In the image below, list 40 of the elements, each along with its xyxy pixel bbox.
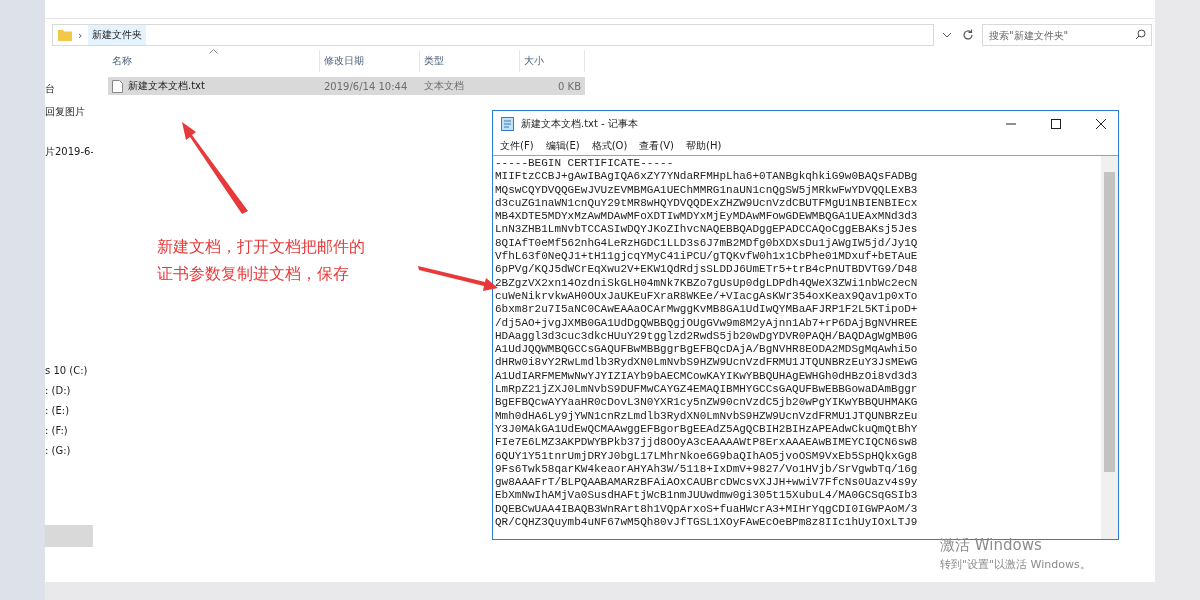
breadcrumb-separator: › [78, 28, 83, 42]
nav-item[interactable]: : (G:) [45, 443, 93, 459]
annotation-text: 新建文档，打开文档把邮件的 证书参数复制进文档，保存 [157, 236, 365, 285]
column-header[interactable]: 类型 [420, 50, 520, 72]
address-bar[interactable]: › 新建文件夹 [52, 24, 934, 46]
refresh-icon[interactable] [962, 29, 974, 41]
nav-item[interactable]: s 10 (C:) [45, 363, 93, 379]
close-icon[interactable] [1096, 119, 1106, 129]
nav-item[interactable]: 台 [45, 81, 93, 97]
file-date: 2019/6/14 10:44 [323, 79, 409, 94]
column-header[interactable]: 大小 [520, 50, 585, 72]
nav-item[interactable]: : (F:) [45, 423, 93, 439]
nav-item[interactable]: 片2019-6- [45, 144, 93, 160]
maximize-icon[interactable] [1051, 119, 1061, 129]
file-row[interactable]: 新建文本文档.txt 2019/6/14 10:44 文本文档 0 KB [108, 77, 585, 95]
file-size: 0 KB [557, 79, 582, 94]
breadcrumb-item[interactable]: 新建文件夹 [88, 25, 147, 45]
scrollbar[interactable] [1101, 156, 1118, 539]
window-title: 新建文本文档.txt - 记事本 [521, 117, 638, 131]
notepad-icon [501, 117, 514, 131]
menu-item[interactable]: 文件(F) [500, 139, 534, 153]
nav-item[interactable]: : (E:) [45, 403, 93, 419]
menu-item[interactable]: 帮助(H) [686, 139, 722, 153]
document-icon [112, 79, 123, 93]
text-area[interactable]: -----BEGIN CERTIFICATE----- MIIFtzCCBJ+gAwIBAgIQA6xZY7YNdaRFMHpLha6+0TANBgkqhkiG9w0BAQsFADBg MQswCQYDVQQGEwJVUzEVMBMGA1UEChMMRG1naUN1cnQgSW5jMRkwFwYDVQQLExB3 d3cuZG1naWN1cnQuY29tMR8wHQYDVQQDExZHZW9UcnVzdCBUTFMgU1NBIENBIEcx MB4XDTE5MDYxMzAwMDAwMFoXDTIwMDYxMjEyMDAwMFowGDEWMBQGA1UEAxMNd3d3 LnN3ZHB1LmNvbTCCASIwDQYJKoZIhvcNAQEBBQADggEPADCCAQoCggEBAKsj5Jes 8QIAfT0eMf562nhG4LeRzHGDC1LLD3s6J7mB2MDfg0bXDXsDu1jAWgIW5jd/Jy1Q VfhL63f0NeQJ1+tH11gjcqYMyC41iPCU/gTQKvfW0h1x1CbPhe01MDxuf+bETAuE 6pPVg/KQJ5dWCrEqXwu2V+EKW1QdRdjsSLDDJ6UmETr5+trB4cPnUTBDVTG9/D48 2BZgzVX2xn14OzdniSkGLH04mNk7KBZo7gUsUp0dgLDPdh4QWeX3ZWi1nbWc2ecN cuWeNikrvkwAH0OUxJaUKEuFXraR8WKEe/+VIacgAsKWr354oxKeax9Qav1p0xTo 6bxm8r2u7I5aNC0CAwEAAaOCArMwggKvMB8GA1UdIwQYMBaAFJRP1F2L5KTipoD+ /dj5AO+jvgJXMB0GA1UdDgQWBBQgjOUgGVw9m8M2yAjnn1Ab7+rP6DAjBgNVHREE HDAaggl3d3cuc3dkcHUuY29tgglzd2RwdS5jb20wDgYDVR0PAQH/BAQDAgWgMB0G A1UdJQQWMBQGCCsGAQUFBwMBBggrBgEFBQcDAjA/BgNVHR8EODA2MDSgMqAwhi5o dHRw0i8vY2RwLmdlb3RydXN0LmNvbS9HZW9UcnVzdFRMU1JTQUNBRzEuY3JsMEwG A1UdIARFMEMwNwYJYIZIAYb9bAECMCowKAYIKwYBBQUHAgEWHGh0dHBzOi8vd3d3 LmRpZ21jZXJ0LmNvbS9DUFMwCAYGZ4EMAQIBMHYGCCsGAQUFBwEBBGowaDAmBggr BgEFBQcwAYYaaHR0cDovL3N0YXR1cy5nZW90cnVzdC5jb20wPgYIKwYBBQUHMAKG Mmh0dHA6Ly9jYWN1cnRzLmdlb3RydXN0LmNvbS9HZW9UcnVzdFRMU1JTQUNBRzEu Y3J0MAkGA1UdEwQCMAAwggEFBgorBgEEAdZ5AgQCBIH2BIHzAPEAdwCkuQmQtBhY FIe7E6LMZ3AKPDWYBPkb37jjd8OOyA3cEAAAAWtP8ErxAAAEAwBIMEYCIQCN6sw8 6QUY1Y51tnrUmjDRYJ0bgL17LMhrNkoe6G9baQIhAO5jvoOSM9VxEb5SpHQkxGg8 9Fs6Twk58qarKW4keaorAHYAh3W/5118+IxDmV+9827/Vo1HVjb/SrVgwbTq/16g gw8AAAFrT/BLPQAABAMARzBFAiAOxCAUBrcDWcsvXJJH+wwiV7FfcNs0Uazv4s9y EbXmNwIhAMjVa0SusdHAFtjWcB1nmJUUwdmw0gi305t15XubuL4/MA0GCSqGSIb3 DQEBCwUAA4IBAQB3WnRArt8h1VQpArxoS+fuaHWcrA3+MIHrYqgCDI0IGWPAoM/3 QR/CQHZ3Quymb4uNF67wM5Qh80vJfTGSL1XOyFAwEcOeBPm8z8IIc1hUyIOxLTJ9 [493, 156, 1101, 539]
search-field[interactable]: 搜索"新建文件夹" [982, 24, 1152, 46]
menu-item[interactable]: 格式(O) [591, 139, 628, 153]
nav-item[interactable]: : (D:) [45, 383, 93, 399]
menu-item[interactable]: 编辑(E) [545, 139, 580, 153]
column-header[interactable]: 名称 [108, 50, 320, 72]
menu-item[interactable]: 查看(V) [639, 139, 675, 153]
activation-hint: 转到"设置"以激活 Windows。 [940, 557, 1091, 572]
nav-item[interactable]: 回复图片 [45, 104, 93, 120]
search-icon [1135, 29, 1146, 40]
file-name: 新建文本文档.txt [128, 79, 205, 93]
folder-icon [58, 29, 72, 41]
file-type: 文本文档 [423, 79, 465, 93]
activation-title: 激活 Windows [940, 536, 1043, 555]
column-header[interactable]: 修改日期 [320, 50, 420, 72]
chevron-down-icon[interactable] [942, 32, 952, 38]
